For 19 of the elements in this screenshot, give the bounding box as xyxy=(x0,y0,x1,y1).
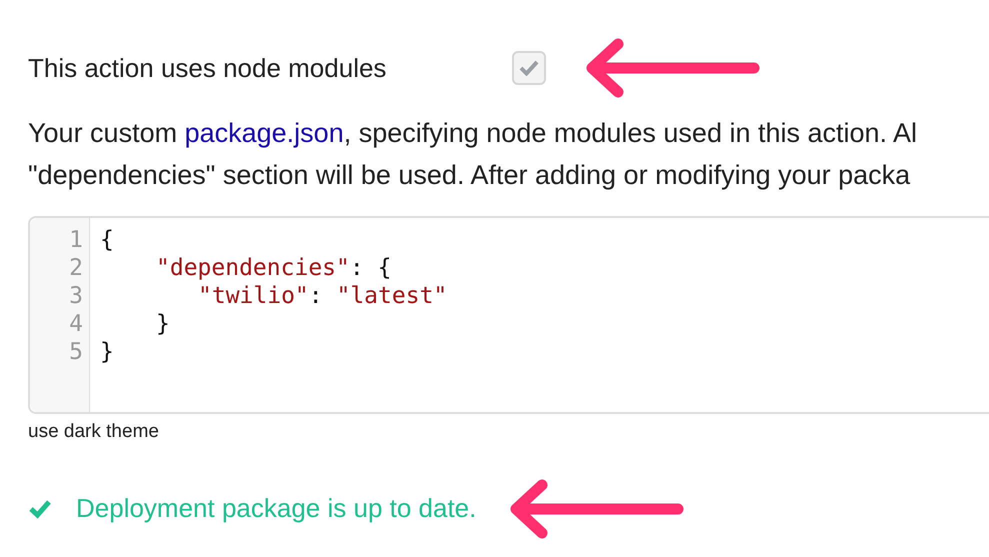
code-line: } xyxy=(155,310,171,338)
option-label: This action uses node modules xyxy=(28,52,388,84)
package-json-link[interactable]: package.json xyxy=(184,118,344,148)
checkmark-icon xyxy=(28,498,52,518)
line-number: 5 xyxy=(69,338,83,366)
dark-theme-link[interactable]: use dark theme xyxy=(28,421,159,442)
code-line: "twilio": "latest" xyxy=(197,282,448,310)
description-text: Your custom package.json, specifying node modules used in this action. Al xyxy=(28,117,918,150)
line-number: 2 xyxy=(69,254,83,282)
line-number: 3 xyxy=(69,282,83,310)
line-number: 1 xyxy=(69,226,83,254)
description-text: "dependencies" section will be used. After adding or modifying your packa xyxy=(28,159,912,192)
code-editor[interactable]: 1 2 3 4 5 { "dependencies": { "twilio": "latest" } } xyxy=(28,216,989,414)
line-number: 4 xyxy=(69,310,83,338)
code-line: "dependencies": { xyxy=(155,254,392,282)
code-line: { xyxy=(100,226,115,254)
checkmark-icon xyxy=(519,60,539,76)
status-message: Deployment package is up to date. xyxy=(76,492,476,525)
code-line: } xyxy=(100,338,115,366)
